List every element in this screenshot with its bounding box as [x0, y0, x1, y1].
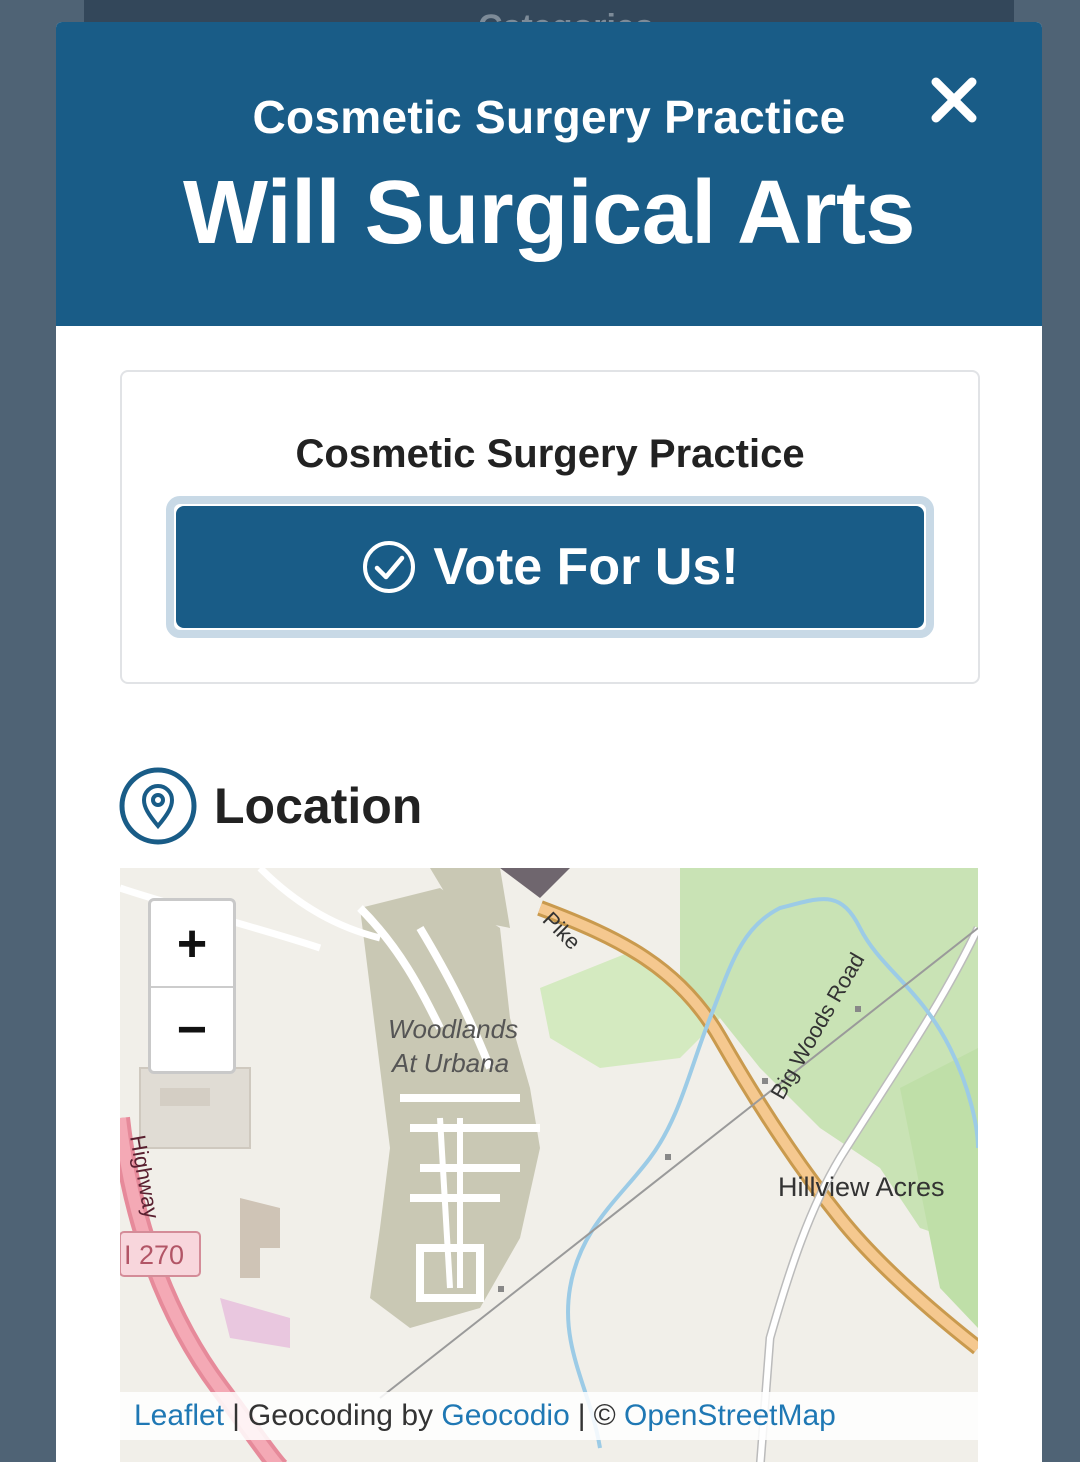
vote-category-label: Cosmetic Surgery Practice [295, 432, 805, 476]
modal-title: Will Surgical Arts [182, 163, 916, 263]
map-label-urbana: At Urbana [392, 1048, 510, 1078]
location-map[interactable]: Woodlands At Urbana Pike Big Woods Road … [120, 868, 978, 1462]
map-attribution: Leaflet | Geocoding by Geocodio | © Open… [120, 1392, 978, 1440]
map-pin-icon [119, 767, 197, 845]
vote-card: Cosmetic Surgery Practice Vote For Us! [120, 370, 980, 684]
zoom-out-button[interactable]: − [151, 987, 233, 1072]
zoom-control: + − [148, 898, 236, 1074]
close-button[interactable] [928, 74, 980, 126]
location-heading: Location [118, 766, 422, 846]
geocodio-link[interactable]: Geocodio [441, 1399, 569, 1433]
map-label-i270: I 270 [124, 1240, 185, 1270]
leaflet-link[interactable]: Leaflet [134, 1399, 224, 1433]
close-icon [931, 77, 977, 123]
zoom-in-button[interactable]: + [151, 901, 233, 988]
geocoding-text: Geocoding by [247, 1399, 434, 1432]
location-title: Location [214, 778, 423, 834]
business-modal: Cosmetic Surgery Practice Will Surgical … [56, 22, 1042, 1462]
modal-subtitle: Cosmetic Surgery Practice [252, 91, 846, 143]
attribution-separator: | [232, 1399, 240, 1432]
check-circle-icon [363, 541, 416, 593]
attribution-separator-2: | [577, 1399, 586, 1432]
vote-button[interactable]: Vote For Us! [166, 496, 934, 638]
openstreetmap-link[interactable]: OpenStreetMap [624, 1399, 836, 1433]
vote-button-body[interactable]: Vote For Us! [176, 506, 924, 628]
map-label-woodlands: Woodlands [388, 1014, 519, 1044]
modal-header: Cosmetic Surgery Practice Will Surgical … [56, 22, 1042, 326]
vote-button-label: Vote For Us! [433, 538, 739, 596]
copyright-symbol: © [593, 1399, 616, 1432]
map-label-hillview-acres: Hillview Acres [778, 1172, 945, 1202]
